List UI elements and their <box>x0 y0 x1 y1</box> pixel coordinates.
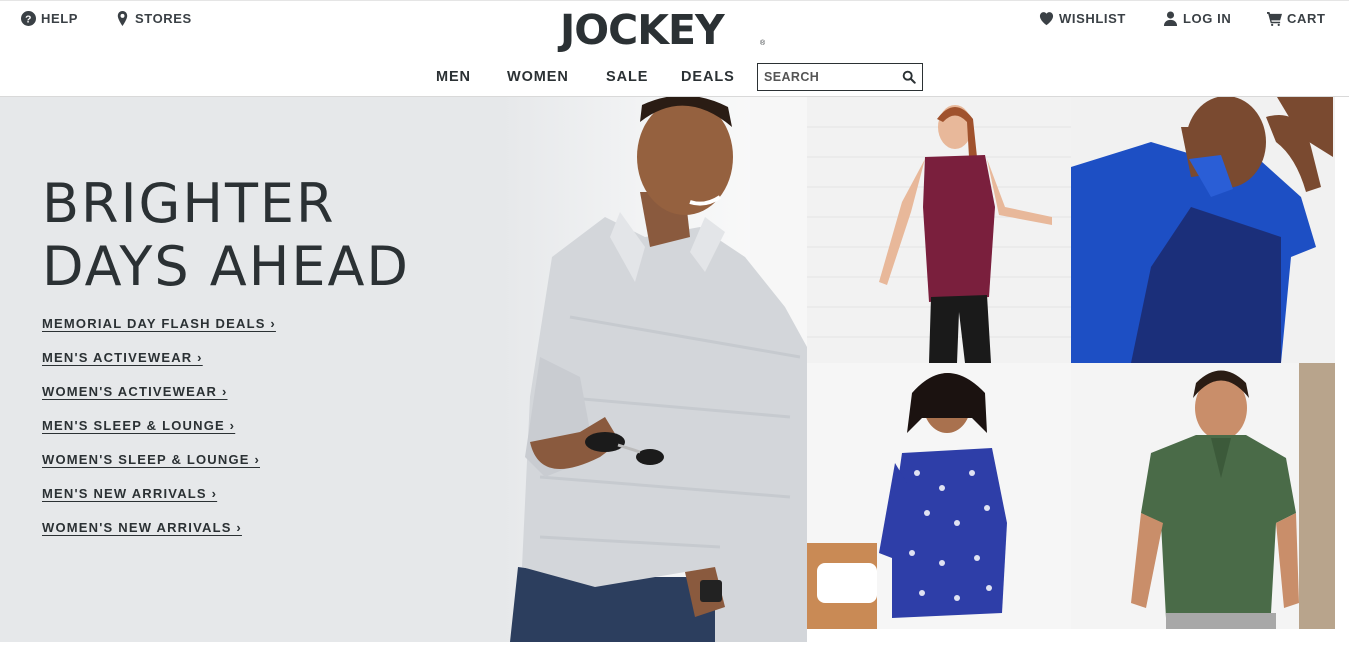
login-link[interactable]: LOG IN <box>1163 11 1231 26</box>
logo-text: JOCKEY <box>560 6 725 54</box>
hero-link-womens-activewear[interactable]: WOMEN'S ACTIVEWEAR › <box>42 383 276 417</box>
svg-text:?: ? <box>25 14 32 25</box>
cart-label: CART <box>1287 11 1326 26</box>
woman-maroon-tee-photo[interactable] <box>807 97 1071 363</box>
logo-registered-mark: ® <box>760 40 766 47</box>
search-icon[interactable] <box>902 70 916 84</box>
hero-title: BRIGHTER DAYS AHEAD <box>42 172 410 298</box>
hero-banner: BRIGHTER DAYS AHEAD MEMORIAL DAY FLASH D… <box>0 97 1349 642</box>
login-label: LOG IN <box>1183 11 1232 26</box>
stores-label: STORES <box>135 11 192 26</box>
nav-item-women[interactable]: WOMEN <box>507 69 569 85</box>
nav-item-sale[interactable]: SALE <box>606 69 648 85</box>
hero-link-memorial-day-flash-deals[interactable]: MEMORIAL DAY FLASH DEALS › <box>42 315 276 349</box>
help-link[interactable]: ? HELP <box>21 11 78 26</box>
man-green-henley-photo[interactable] <box>1071 363 1335 629</box>
cart-link[interactable]: CART <box>1267 11 1326 26</box>
question-circle-icon: ? <box>21 11 36 26</box>
user-icon <box>1163 11 1178 26</box>
hero-link-mens-sleep-lounge[interactable]: MEN'S SLEEP & LOUNGE › <box>42 417 276 451</box>
wishlist-label: WISHLIST <box>1059 11 1126 26</box>
man-blue-polo-photo[interactable] <box>1071 97 1335 363</box>
map-pin-icon <box>117 11 128 26</box>
hero-link-mens-activewear[interactable]: MEN'S ACTIVEWEAR › <box>42 349 276 383</box>
man-gray-polo-photo[interactable] <box>500 97 807 642</box>
hero-link-mens-new-arrivals[interactable]: MEN'S NEW ARRIVALS › <box>42 485 276 519</box>
site-header: ? HELP STORES JOCKEY ® WISHLIST LOG IN C… <box>0 0 1349 97</box>
cart-icon <box>1267 11 1282 26</box>
hero-link-womens-new-arrivals[interactable]: WOMEN'S NEW ARRIVALS › <box>42 519 276 553</box>
hero-link-womens-sleep-lounge[interactable]: WOMEN'S SLEEP & LOUNGE › <box>42 451 276 485</box>
jockey-logo[interactable]: JOCKEY ® <box>560 7 770 53</box>
search-input[interactable] <box>758 64 896 90</box>
help-label: HELP <box>41 11 79 26</box>
hero-feature-panel: BRIGHTER DAYS AHEAD MEMORIAL DAY FLASH D… <box>0 97 807 642</box>
nav-item-deals[interactable]: DEALS <box>681 69 735 85</box>
nav-item-men[interactable]: MEN <box>436 69 471 85</box>
wishlist-link[interactable]: WISHLIST <box>1039 11 1126 26</box>
search-box <box>757 63 923 91</box>
heart-icon <box>1039 12 1054 26</box>
woman-blue-print-sleepshirt-photo[interactable] <box>807 363 1071 629</box>
hero-links: MEMORIAL DAY FLASH DEALS › MEN'S ACTIVEW… <box>42 315 276 553</box>
stores-link[interactable]: STORES <box>115 11 192 26</box>
